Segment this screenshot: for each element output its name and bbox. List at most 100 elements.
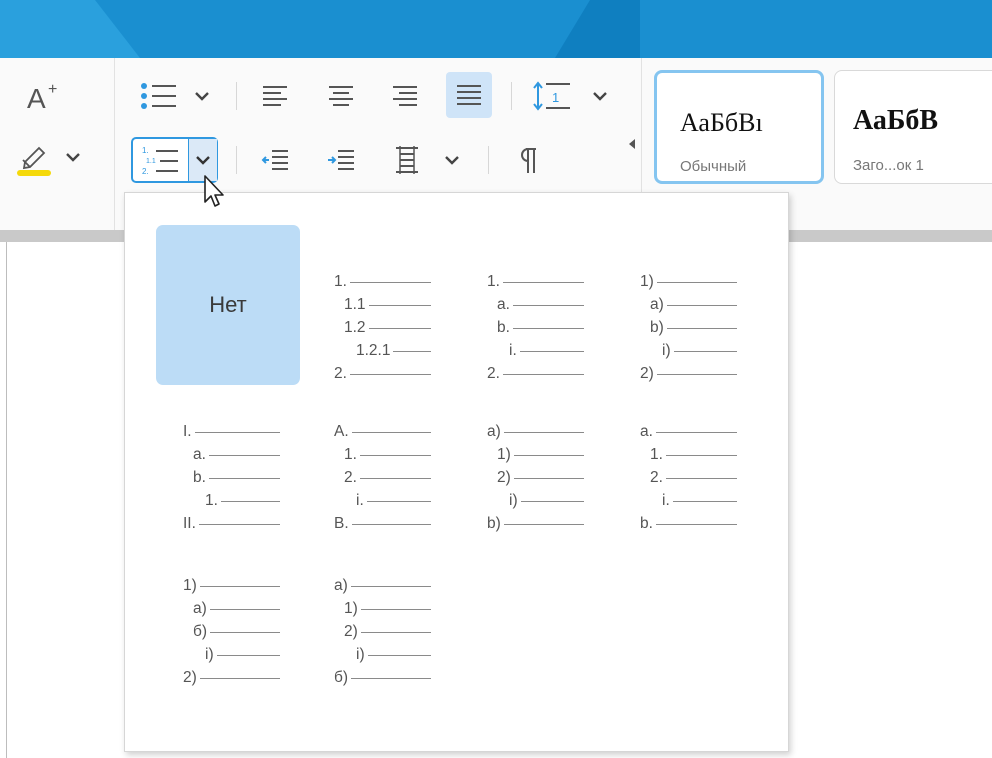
numbering-label: i) [356, 646, 365, 663]
numbering-preset-line: 1.2.1 [356, 342, 431, 360]
numbering-text-placeholder-line [519, 350, 584, 352]
numbering-preset-line: 1) [183, 577, 280, 595]
numbering-label: i) [509, 492, 518, 509]
numbering-label: б) [334, 669, 349, 686]
numbering-text-placeholder-line [520, 500, 584, 502]
numbering-text-placeholder-line [512, 304, 584, 306]
numbering-none-option[interactable]: Нет [156, 225, 300, 385]
line-spacing-icon: 1 [533, 81, 607, 111]
numbering-text-placeholder-line [502, 281, 584, 283]
numbering-preset-line: B. [334, 515, 431, 533]
numbering-label: i. [509, 342, 517, 359]
numbering-label: b) [650, 319, 664, 336]
numbering-preset-option[interactable]: A. 1. 2. i. B. [307, 399, 451, 559]
svg-text:+: + [48, 81, 57, 98]
numbering-preset-option[interactable]: a) 1) 2) i) b) [460, 399, 604, 559]
numbering-label: b. [193, 469, 206, 486]
numbering-preset-line: 2. [334, 365, 431, 383]
numbering-label: 2. [650, 469, 663, 486]
toolbar-separator [488, 146, 489, 174]
align-left-button[interactable] [254, 74, 296, 118]
align-center-button[interactable] [320, 74, 362, 118]
paragraph-spacing-button[interactable] [388, 138, 472, 182]
line-spacing-button[interactable]: 1 [530, 74, 614, 118]
numbering-text-placeholder-line [666, 327, 737, 329]
numbering-label: 1. [487, 273, 500, 290]
numbering-label: a) [334, 577, 348, 594]
numbering-text-placeholder-line [367, 654, 431, 656]
numbered-list-button[interactable]: 1. 1.1 2. [133, 139, 187, 181]
svg-text:1.1: 1.1 [146, 158, 156, 165]
numbering-preset-option[interactable]: a. 1. 2. i. b. [613, 399, 757, 559]
numbering-text-placeholder-line [360, 608, 431, 610]
align-right-button[interactable] [384, 74, 426, 118]
justify-button[interactable] [446, 72, 492, 118]
numbering-text-placeholder-line [672, 500, 737, 502]
style-normal-card[interactable]: АаБбВı Обычный [654, 70, 824, 184]
highlighter-icon [17, 146, 80, 176]
numbering-preset-line: 1) [344, 600, 431, 618]
decrease-indent-button[interactable] [254, 138, 296, 182]
numbering-text-placeholder-line [349, 373, 431, 375]
numbering-preset-option[interactable]: 1. a. b. i. 2. [460, 225, 604, 385]
numbering-preset-line: i) [356, 646, 431, 664]
numbering-label: i. [662, 492, 670, 509]
numbering-preset-line: a) [334, 577, 431, 595]
numbering-preset-option[interactable]: 1) a) б) i) 2) [156, 553, 300, 713]
numbering-label: a) [650, 296, 664, 313]
collapse-group-arrow[interactable] [624, 134, 640, 154]
numbering-preset-line: a. [640, 423, 737, 441]
numbering-label: a. [193, 446, 206, 463]
increase-indent-button[interactable] [320, 138, 362, 182]
numbering-text-placeholder-line [655, 431, 737, 433]
document-page-edge [6, 242, 7, 758]
numbering-preset-option[interactable]: I. a. b. 1. II. [156, 399, 300, 559]
show-formatting-marks-button[interactable] [506, 138, 548, 182]
highlight-color-button[interactable] [14, 136, 86, 180]
paragraph-spacing-icon [396, 146, 459, 174]
numbering-preset-line: i. [662, 492, 737, 510]
numbering-preset-line: a) [193, 600, 280, 618]
numbering-text-placeholder-line [502, 373, 584, 375]
numbering-text-placeholder-line [503, 431, 584, 433]
numbering-preset-option[interactable]: 1. 1.1 1.2 1.2.1 2. [307, 225, 451, 385]
numbering-preset-line: I. [183, 423, 280, 441]
numbering-preset-line: i) [662, 342, 737, 360]
numbering-preset-line: 2. [344, 469, 431, 487]
style-caption: Обычный [680, 158, 747, 175]
numbering-text-placeholder-line [208, 454, 280, 456]
numbering-preset-line: 1. [205, 492, 280, 510]
decrease-indent-icon [261, 150, 288, 170]
bulleted-list-button[interactable] [134, 76, 218, 116]
numbering-label: 1. [205, 492, 218, 509]
numbering-preset-line: 2) [183, 669, 280, 687]
numbering-text-placeholder-line [673, 350, 737, 352]
numbering-label: 1) [183, 577, 197, 594]
numbering-preset-line: i) [509, 492, 584, 510]
numbering-preset-line: a. [193, 446, 280, 464]
increase-font-size-button[interactable]: A + [22, 76, 66, 116]
numbering-text-placeholder-line [198, 523, 280, 525]
numbering-label: 1.1 [344, 296, 366, 313]
numbering-text-placeholder-line [513, 477, 584, 479]
numbering-preset-line: a) [650, 296, 737, 314]
numbering-preset-option[interactable]: 1) a) b) i) 2) [613, 225, 757, 385]
numbering-text-placeholder-line [513, 454, 584, 456]
numbering-text-placeholder-line [665, 454, 737, 456]
numbering-text-placeholder-line [220, 500, 280, 502]
style-heading1-card[interactable]: АаБбВ Заго...ок 1 [834, 70, 992, 184]
svg-text:A: A [27, 83, 46, 114]
numbering-label: б) [193, 623, 208, 640]
title-bar-decoration [0, 0, 640, 58]
numbering-text-placeholder-line [199, 677, 280, 679]
style-sample-text: АаБбВı [680, 108, 763, 137]
caret-left-icon [629, 139, 635, 149]
numbering-preset-line: 2. [650, 469, 737, 487]
numbering-preset-line: b. [640, 515, 737, 533]
numbering-text-placeholder-line [656, 281, 737, 283]
numbering-preset-option[interactable]: a) 1) 2) i) б) [307, 553, 451, 713]
numbering-preset-line: 2) [344, 623, 431, 641]
numbering-preset-line: 1. [650, 446, 737, 464]
numbering-preset-line: A. [334, 423, 431, 441]
align-left-icon [263, 86, 287, 106]
